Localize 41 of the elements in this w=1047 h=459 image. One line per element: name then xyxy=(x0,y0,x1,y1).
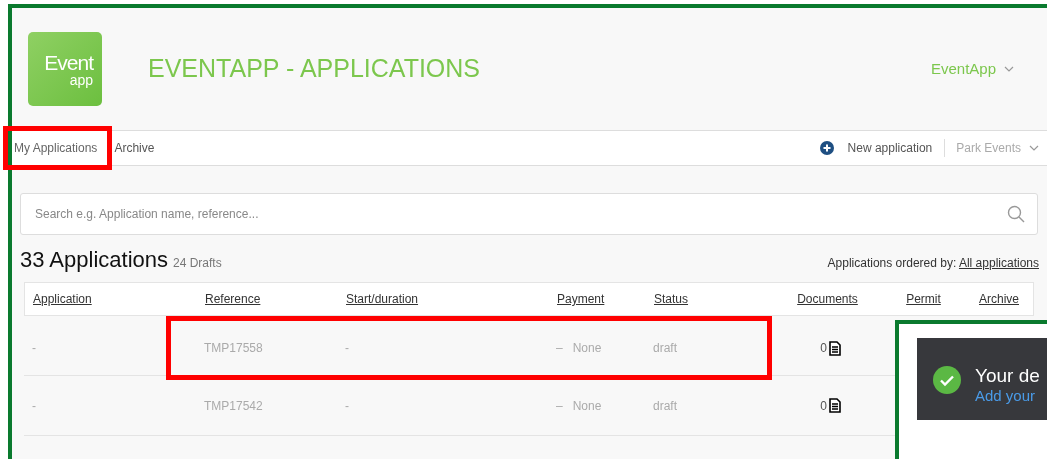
page-title: EVENTAPP - APPLICATIONS xyxy=(148,53,481,85)
search-icon[interactable] xyxy=(1007,205,1025,223)
payment-dash: – xyxy=(556,397,563,415)
document-icon[interactable] xyxy=(828,340,841,356)
table-cell-text: - xyxy=(344,397,350,415)
drafts-count: 24 Drafts xyxy=(173,255,222,272)
order-link[interactable]: All applications xyxy=(958,256,1039,270)
plus-circle-icon xyxy=(819,141,834,155)
toast-title: Your de xyxy=(975,366,1040,385)
search-bar[interactable]: Search e.g. Application name, reference... xyxy=(20,193,1038,235)
column-header[interactable]: Archive xyxy=(979,290,1019,308)
document-count: 0 xyxy=(820,397,827,415)
column-header[interactable]: Reference xyxy=(197,290,338,308)
order-label: Applications ordered by: xyxy=(827,256,958,270)
app-logo: Event app xyxy=(28,32,102,106)
chevron-down-icon xyxy=(1029,145,1039,151)
applications-count: 33 Applications xyxy=(20,246,168,274)
table-cell-text: - xyxy=(31,340,37,357)
nav-tab[interactable]: Archive xyxy=(112,139,157,157)
document-count: 0 xyxy=(820,340,827,357)
status-cell-text: draft xyxy=(652,340,678,357)
table-cell-text: - xyxy=(344,340,350,357)
column-header[interactable]: Documents xyxy=(797,290,858,308)
nav-tab[interactable]: My Applications xyxy=(12,139,100,157)
column-header[interactable]: Status xyxy=(646,290,771,308)
chevron-down-icon xyxy=(1004,66,1014,72)
payment-cell-text: None xyxy=(572,397,602,415)
column-header[interactable]: Permit xyxy=(906,290,941,308)
payment-dash: – xyxy=(556,340,563,357)
table-cell-text: TMP17558 xyxy=(203,340,264,357)
status-cell-text: draft xyxy=(652,397,678,415)
column-header[interactable]: Application xyxy=(25,290,197,308)
table-cell-text: - xyxy=(31,397,37,415)
check-circle-icon xyxy=(933,366,961,394)
new-application-button[interactable]: New application xyxy=(819,139,945,157)
column-header[interactable]: Payment xyxy=(549,290,646,308)
column-header[interactable]: Start/duration xyxy=(338,290,549,308)
table-cell-text: TMP17542 xyxy=(203,397,264,415)
payment-cell-text: None xyxy=(572,340,602,357)
toast-link[interactable]: Add your xyxy=(975,387,1036,404)
document-icon[interactable] xyxy=(828,398,841,413)
